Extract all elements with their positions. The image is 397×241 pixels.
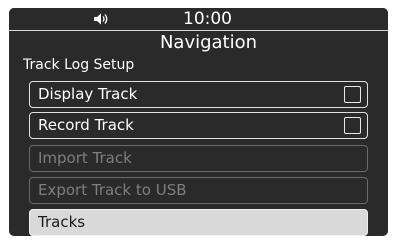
clock: 10:00 — [183, 9, 232, 29]
tracks-label: Tracks — [38, 213, 86, 231]
export-track-to-usb-label: Export Track to USB — [38, 181, 187, 199]
record-track-button[interactable]: Record Track — [29, 112, 368, 139]
import-track-button: Import Track — [29, 145, 368, 172]
status-bar: 10:00 — [9, 8, 388, 30]
display-track-label: Display Track — [38, 85, 138, 103]
tracks-button[interactable]: Tracks — [29, 209, 368, 236]
display-track-button[interactable]: Display Track — [29, 81, 368, 108]
record-track-label: Record Track — [38, 116, 134, 134]
page-title: Navigation — [159, 32, 258, 53]
import-track-label: Import Track — [38, 149, 132, 167]
navigation-screen: 10:00 Navigation Track Log Setup Display… — [9, 8, 388, 236]
section-label: Track Log Setup — [23, 57, 135, 73]
export-track-to-usb-button: Export Track to USB — [29, 177, 368, 204]
display-track-checkbox[interactable] — [344, 86, 361, 103]
record-track-checkbox[interactable] — [344, 117, 361, 134]
header-divider — [9, 30, 388, 31]
